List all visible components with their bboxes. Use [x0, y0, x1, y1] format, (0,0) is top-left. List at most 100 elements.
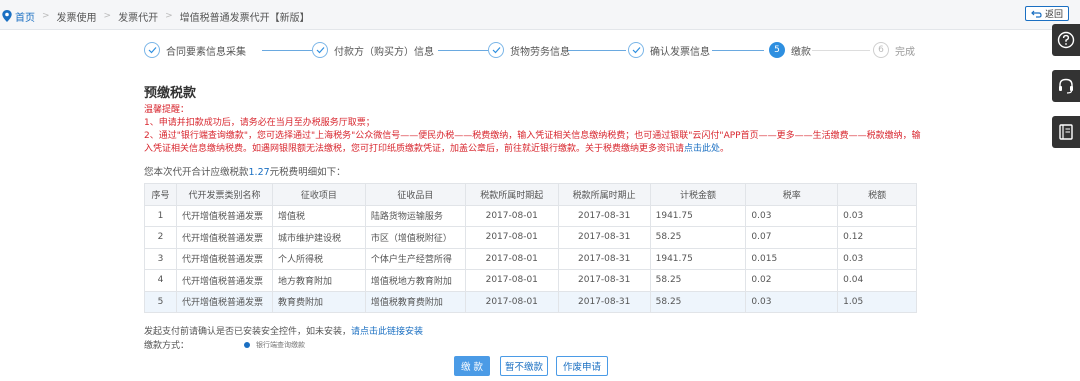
back-button[interactable]: 返回: [1025, 6, 1069, 21]
table-cell: 代开增值税普通发票: [175, 204, 273, 227]
step-label: 确认发票信息: [650, 46, 710, 58]
step-label: 货物劳务信息: [510, 46, 570, 58]
table-cell: 代开增值税普通发票: [175, 247, 273, 270]
breadcrumb-home[interactable]: 首页: [15, 9, 35, 24]
table-cell: 增值税: [271, 204, 366, 227]
col-header: 税额: [837, 183, 917, 206]
table-cell: 增值税地方教育附加: [364, 269, 466, 292]
headset-icon: [1059, 78, 1073, 94]
col-header: 税款所属时期起: [464, 183, 559, 206]
help-button[interactable]: [1052, 24, 1080, 56]
table-row: 3 代开增值税普通发票 个人所得税 个体户生产经营所得 2017-08-01 2…: [144, 247, 917, 270]
customer-service-button[interactable]: [1052, 70, 1080, 102]
install-plugin-link[interactable]: 请点击此链接安装: [351, 327, 423, 337]
table-cell: 地方教育附加: [271, 269, 366, 292]
table-cell: 0.07: [745, 226, 839, 249]
notice-line-2-tail: 。: [720, 144, 730, 154]
tax-summary: 您本次代开合计应缴税款1.27元税费明细如下：: [144, 164, 346, 178]
step-confirm-invoice: 确认发票信息: [628, 42, 710, 58]
check-icon: [144, 42, 160, 58]
col-header: 税率: [745, 183, 839, 206]
pay-button[interactable]: 缴 款: [454, 356, 490, 376]
back-button-label: 返回: [1044, 10, 1063, 20]
security-hint-text: 发起支付前请确认是否已安装安全控件，如未安装，: [144, 327, 352, 337]
table-cell: 0.02: [745, 269, 839, 292]
table-cell: 个人所得税: [271, 247, 366, 270]
notice-heading: 温馨提醒：: [144, 105, 190, 115]
check-icon: [312, 42, 328, 58]
table-cell: 2017-08-01: [464, 226, 559, 249]
table-cell: 4: [144, 269, 177, 292]
step-connector: [568, 50, 626, 51]
table-cell: 0.03: [837, 204, 917, 227]
table-cell: 0.03: [837, 247, 917, 270]
pay-later-button[interactable]: 暂不缴款: [500, 356, 548, 376]
col-header: 征收项目: [271, 183, 366, 206]
table-cell: 1941.75: [649, 247, 747, 270]
step-label: 合同要素信息采集: [166, 46, 246, 58]
table-cell: 1941.75: [649, 204, 747, 227]
table-cell: 教育费附加: [271, 290, 366, 313]
breadcrumb-invoice-use[interactable]: 发票使用: [57, 9, 97, 24]
table-cell: 2017-08-01: [464, 247, 559, 270]
table-cell: 0.03: [745, 204, 839, 227]
col-header: 序号: [144, 183, 177, 206]
col-header: 代开发票类别名称: [175, 183, 273, 206]
step-number: 6: [873, 42, 889, 58]
table-cell: 个体户生产经营所得: [364, 247, 466, 270]
breadcrumb: 首页 > 发票使用 > 发票代开 > 增值税普通发票代开【新版】: [0, 9, 310, 24]
table-cell: 0.04: [837, 269, 917, 292]
top-bar: 首页 > 发票使用 > 发票代开 > 增值税普通发票代开【新版】 返回: [0, 0, 1080, 30]
step-connector: [812, 50, 870, 51]
table-cell: 2017-08-31: [557, 247, 651, 270]
return-arrow-icon: [1031, 10, 1042, 18]
table-cell: 增值税教育费附加: [364, 290, 466, 313]
step-connector: [438, 50, 488, 51]
summary-amount: 1.27: [248, 167, 270, 178]
summary-prefix: 您本次代开合计应缴税款: [144, 167, 249, 178]
book-icon: [1059, 124, 1073, 140]
step-payment: 5 缴款: [769, 42, 811, 58]
manual-button[interactable]: [1052, 116, 1080, 148]
pay-method-option[interactable]: 银行端查询缴款: [256, 340, 305, 350]
table-cell: 2017-08-01: [464, 290, 559, 313]
table-cell: 陆路货物运输服务: [364, 204, 466, 227]
cancel-request-button[interactable]: 作废申请: [556, 356, 608, 376]
table-cell: 3: [144, 247, 177, 270]
progress-steps: 合同要素信息采集 付款方（购买方）信息 货物劳务信息 确认发票信息 5 缴款 6…: [144, 42, 924, 60]
step-label: 完成: [895, 46, 915, 58]
step-complete: 6 完成: [873, 42, 915, 58]
table-cell: 0.03: [745, 290, 839, 313]
location-pin-icon: [2, 10, 12, 22]
security-hint: 发起支付前请确认是否已安装安全控件，如未安装，请点击此链接安装: [144, 324, 423, 337]
more-info-link[interactable]: 点击此处: [684, 144, 720, 154]
step-label: 付款方（购买方）信息: [334, 46, 434, 58]
notice-line-2-text: 2、通过"银行端查询缴款"，您可选择通过"上海税务"公众微信号——便民办税——税…: [144, 131, 921, 154]
step-goods-info: 货物劳务信息: [488, 42, 570, 58]
table-cell: 0.12: [837, 226, 917, 249]
breadcrumb-current: 增值税普通发票代开【新版】: [179, 12, 310, 24]
table-cell: 0.015: [745, 247, 839, 270]
table-cell: 2: [144, 226, 177, 249]
help-icon: [1057, 31, 1075, 49]
table-cell: 58.25: [649, 269, 747, 292]
pay-method-radio[interactable]: [244, 341, 251, 348]
check-icon: [488, 42, 504, 58]
notice-line-1: 1、申请并扣款成功后，请务必在当月至办税服务厅取票；: [144, 118, 375, 128]
col-header: 计税金额: [649, 183, 747, 206]
notice-panel: 温馨提醒： 1、申请并扣款成功后，请务必在当月至办税服务厅取票； 2、通过"银行…: [144, 104, 924, 156]
table-cell: 2017-08-31: [557, 204, 651, 227]
table-cell: 代开增值税普通发票: [175, 226, 273, 249]
breadcrumb-separator: >: [165, 11, 173, 21]
table-cell: 城市维护建设税: [271, 226, 366, 249]
table-cell: 58.25: [649, 226, 747, 249]
table-row: 2 代开增值税普通发票 城市维护建设税 市区（增值税附征） 2017-08-01…: [144, 226, 917, 249]
notice-line-2: 2、通过"银行端查询缴款"，您可选择通过"上海税务"公众微信号——便民办税——税…: [144, 130, 924, 156]
table-row: 1 代开增值税普通发票 增值税 陆路货物运输服务 2017-08-01 2017…: [144, 204, 917, 227]
summary-suffix: 元税费明细如下：: [269, 167, 346, 178]
table-cell: 代开增值税普通发票: [175, 290, 273, 313]
page-title: 预缴税款: [144, 86, 197, 101]
check-icon: [628, 42, 644, 58]
breadcrumb-invoice-issue[interactable]: 发票代开: [118, 9, 158, 24]
tax-detail-table: 序号 代开发票类别名称 征收项目 征收品目 税款所属时期起 税款所属时期止 计税…: [144, 183, 917, 313]
